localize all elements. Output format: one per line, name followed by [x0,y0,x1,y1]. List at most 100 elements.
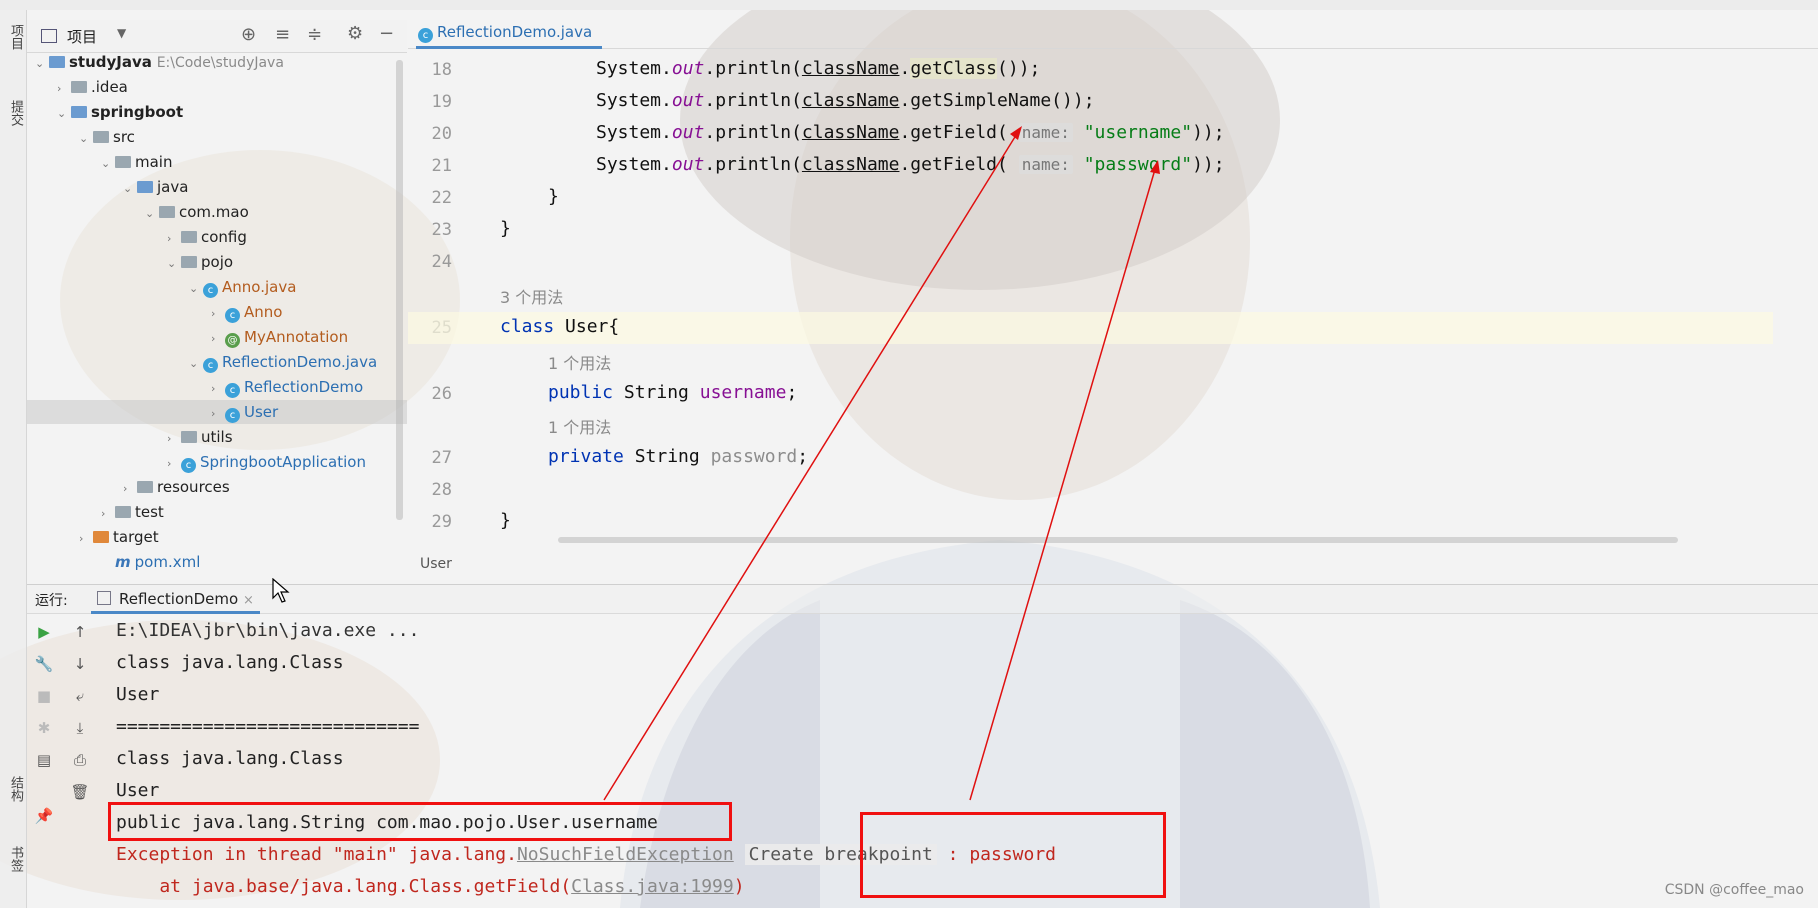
usage-hint[interactable]: 1 个用法 [548,350,611,374]
line-number: 18 [431,60,452,80]
close-icon[interactable]: × [243,593,254,608]
breadcrumb-bar [0,0,1818,10]
java-class-icon: c [225,308,240,323]
tab-reflectiondemo-java[interactable]: c ReflectionDemo.java [416,18,603,49]
console-line: class java.lang.Class [116,748,344,769]
java-class-icon: c [203,358,218,373]
package-icon [159,206,175,218]
package-icon [181,431,197,443]
tree-item-config[interactable]: › config [167,225,247,249]
line-number: 24 [431,252,452,272]
console-line: class java.lang.Class [116,652,344,673]
tree-item-resources[interactable]: › resources [123,475,230,499]
console-stack-line: at java.base/java.lang.Class.getField(Cl… [116,876,745,897]
tree-item-src[interactable]: ⌄ src [79,125,135,149]
commit-tool-label[interactable]: 提交 [4,100,23,126]
code-breadcrumb[interactable]: User [420,556,452,572]
rerun-icon[interactable]: ▶ [34,622,54,642]
editor-tab-bar: c ReflectionDemo.java [408,14,1818,49]
folder-icon [115,156,131,168]
wrench-icon[interactable]: 🔧 [34,654,54,674]
run-tab-reflectiondemo[interactable]: ReflectionDemo × [91,585,260,614]
tree-item-studyjava[interactable]: ⌄ studyJava E:\Code\studyJava [35,50,284,74]
usage-hint[interactable]: 1 个用法 [548,414,611,438]
run-label: 运行: [35,593,68,609]
up-arrow-icon[interactable]: ↑ [70,622,90,642]
project-view-icon [41,29,57,43]
layout-icon[interactable]: ▤ [34,750,54,770]
tree-item-idea[interactable]: › .idea [57,75,128,99]
line-number: 21 [431,156,452,176]
soft-wrap-icon[interactable]: ⤶ [70,686,90,706]
tree-item-java[interactable]: ⌄ java [123,175,188,199]
code-line-29: } [500,510,511,531]
project-tool-label[interactable]: 项目 [4,24,23,50]
folder-icon [71,106,87,118]
tree-item-reflectiondemo-java[interactable]: ⌄ c ReflectionDemo.java [189,350,377,374]
line-number: 26 [431,384,452,404]
editor-horizontal-scrollbar[interactable] [558,537,1678,543]
package-icon [181,256,197,268]
parameter-hint: name: [1018,155,1073,174]
trash-icon[interactable]: 🗑 [70,782,90,802]
left-tool-strip: 项目 提交 结构 书签 [0,10,27,908]
code-line-23: } [500,218,511,239]
expand-all-icon[interactable]: ≡ [275,24,290,45]
down-arrow-icon[interactable]: ↓ [70,654,90,674]
stack-source-link[interactable]: Class.java:1999 [571,876,734,897]
tree-item-pojo[interactable]: ⌄ pojo [167,250,233,274]
line-number: 19 [431,92,452,112]
tree-item-user[interactable]: › c User [27,400,407,424]
tree-item-target[interactable]: › target [79,525,159,549]
chevron-down-icon[interactable]: ▼ [117,26,126,40]
code-line-19: System.out.println(className.getSimpleNa… [596,90,1095,111]
bookmarks-tool-label[interactable]: 书签 [4,846,23,872]
project-view-title[interactable]: 项目 [67,26,97,47]
stop-icon[interactable]: ■ [34,686,54,706]
mouse-cursor-icon [272,578,290,603]
collapse-all-icon[interactable]: ≑ [307,24,322,45]
folder-icon [93,531,109,543]
line-number: 28 [431,480,452,500]
tree-item-springboot[interactable]: ⌄ springboot [57,100,183,124]
tree-item-main[interactable]: ⌄ main [101,150,172,174]
print-icon[interactable]: ⎙ [70,750,90,770]
code-line-25: class User{ [500,316,620,337]
minimize-icon[interactable]: − [379,23,394,44]
maven-icon: m [115,553,131,571]
structure-tool-label[interactable]: 结构 [4,776,23,802]
java-class-icon: c [225,408,240,423]
code-editor[interactable]: System.out.println(className.getClass())… [478,48,1778,543]
gear-icon[interactable]: ⚙ [347,23,363,44]
debug-icon[interactable]: ✱ [34,718,54,738]
tree-item-com-mao[interactable]: ⌄ com.mao [145,200,249,224]
folder-icon [93,131,109,143]
locate-icon[interactable]: ⊕ [241,24,256,45]
tree-item-anno-java[interactable]: ⌄ c Anno.java [189,275,296,299]
folder-icon [115,506,131,518]
tree-item-springbootapplication[interactable]: › c SpringbootApplication [167,450,366,474]
line-number: 23 [431,220,452,240]
line-number: 22 [431,188,452,208]
pin-icon[interactable]: 📌 [34,806,54,826]
tree-item-test[interactable]: › test [101,500,164,524]
line-number: 20 [431,124,452,144]
annotation-icon: @ [225,333,240,348]
tree-item-pom-xml[interactable]: m pom.xml [101,550,200,574]
usage-hint[interactable]: 3 个用法 [500,284,563,308]
scroll-to-end-icon[interactable]: ⤓ [70,718,90,738]
editor-gutter: 18 19 20 21 22 23 24 25 26 27 28 29 [408,48,478,543]
tree-item-reflectiondemo[interactable]: › c ReflectionDemo [211,375,363,399]
console-line: ============================ [116,716,420,737]
run-panel-header: 运行: ReflectionDemo × [27,584,1818,614]
package-icon [181,231,197,243]
code-line-22: } [548,186,559,207]
java-class-icon: c [225,383,240,398]
exception-link[interactable]: NoSuchFieldException [517,844,734,865]
project-scrollbar[interactable] [396,60,403,520]
tree-item-myannotation[interactable]: › @ MyAnnotation [211,325,348,349]
tree-item-anno[interactable]: › c Anno [211,300,282,324]
line-number: 29 [431,512,452,532]
java-class-icon: c [203,283,218,298]
tree-item-utils[interactable]: › utils [167,425,233,449]
